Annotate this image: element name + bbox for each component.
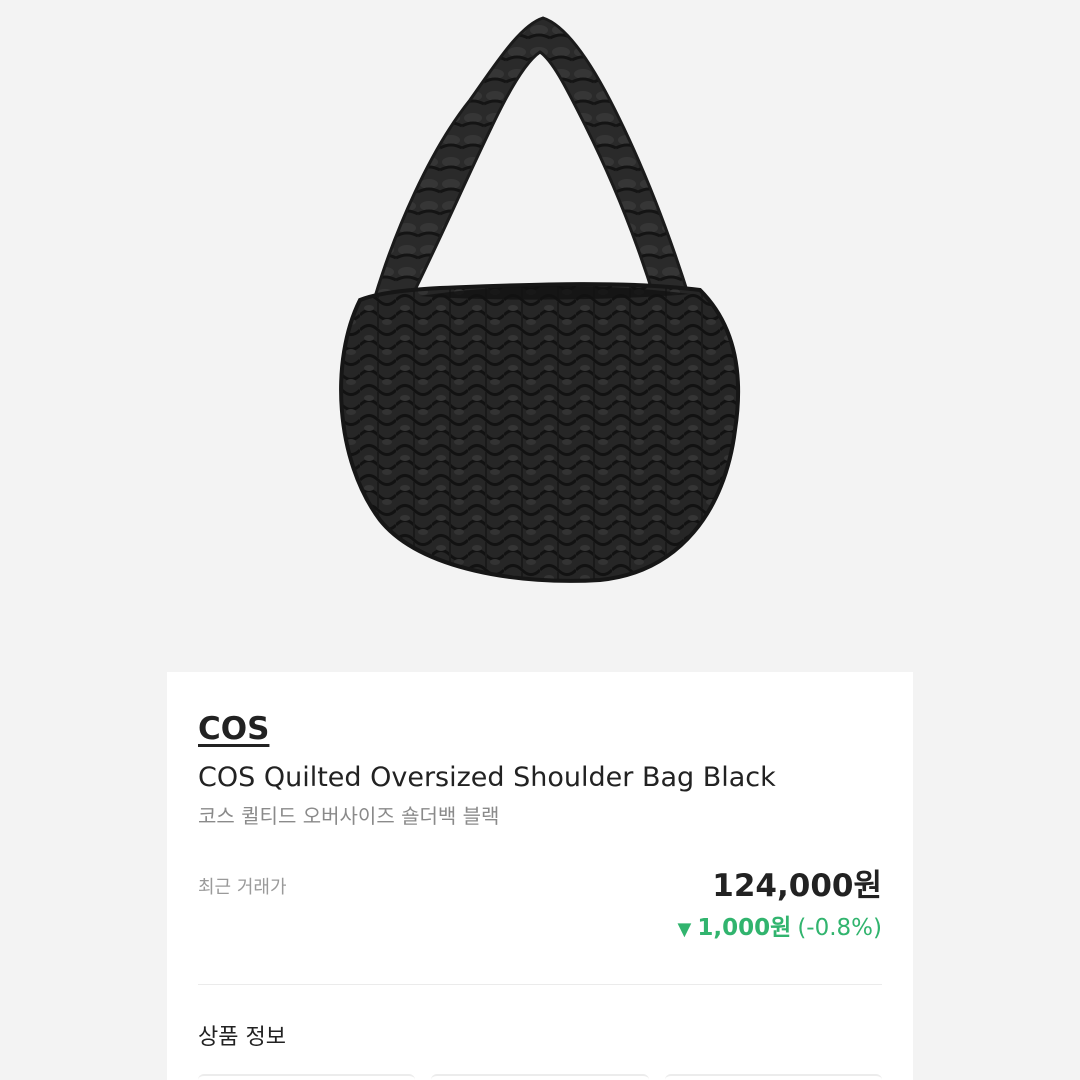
- info-cell: [198, 1074, 416, 1080]
- product-info-card: COS COS Quilted Oversized Shoulder Bag B…: [167, 672, 913, 1080]
- price-change-percent: (-0.8%): [797, 915, 882, 941]
- info-cell: [664, 1074, 882, 1080]
- brand-link[interactable]: COS: [198, 708, 269, 750]
- product-name-korean: 코스 퀼티드 오버사이즈 숄더백 블랙: [198, 804, 500, 828]
- product-info-title: 상품 정보: [198, 1025, 286, 1050]
- product-info-table-top: [198, 1074, 882, 1080]
- product-name-english: COS Quilted Oversized Shoulder Bag Black: [198, 762, 776, 793]
- product-page: COS COS Quilted Oversized Shoulder Bag B…: [0, 0, 1080, 1080]
- product-image[interactable]: [0, 0, 1080, 672]
- divider: [198, 984, 882, 985]
- price-change-amount: 1,000원: [697, 915, 792, 941]
- recent-price-label: 최근 거래가: [198, 877, 287, 898]
- info-cell: [431, 1074, 649, 1080]
- price-change: ▼ 1,000원 (-0.8%): [678, 912, 882, 946]
- shoulder-bag-image: [339, 16, 741, 583]
- recent-price: 124,000원: [712, 868, 882, 904]
- down-triangle-icon: ▼: [677, 919, 692, 940]
